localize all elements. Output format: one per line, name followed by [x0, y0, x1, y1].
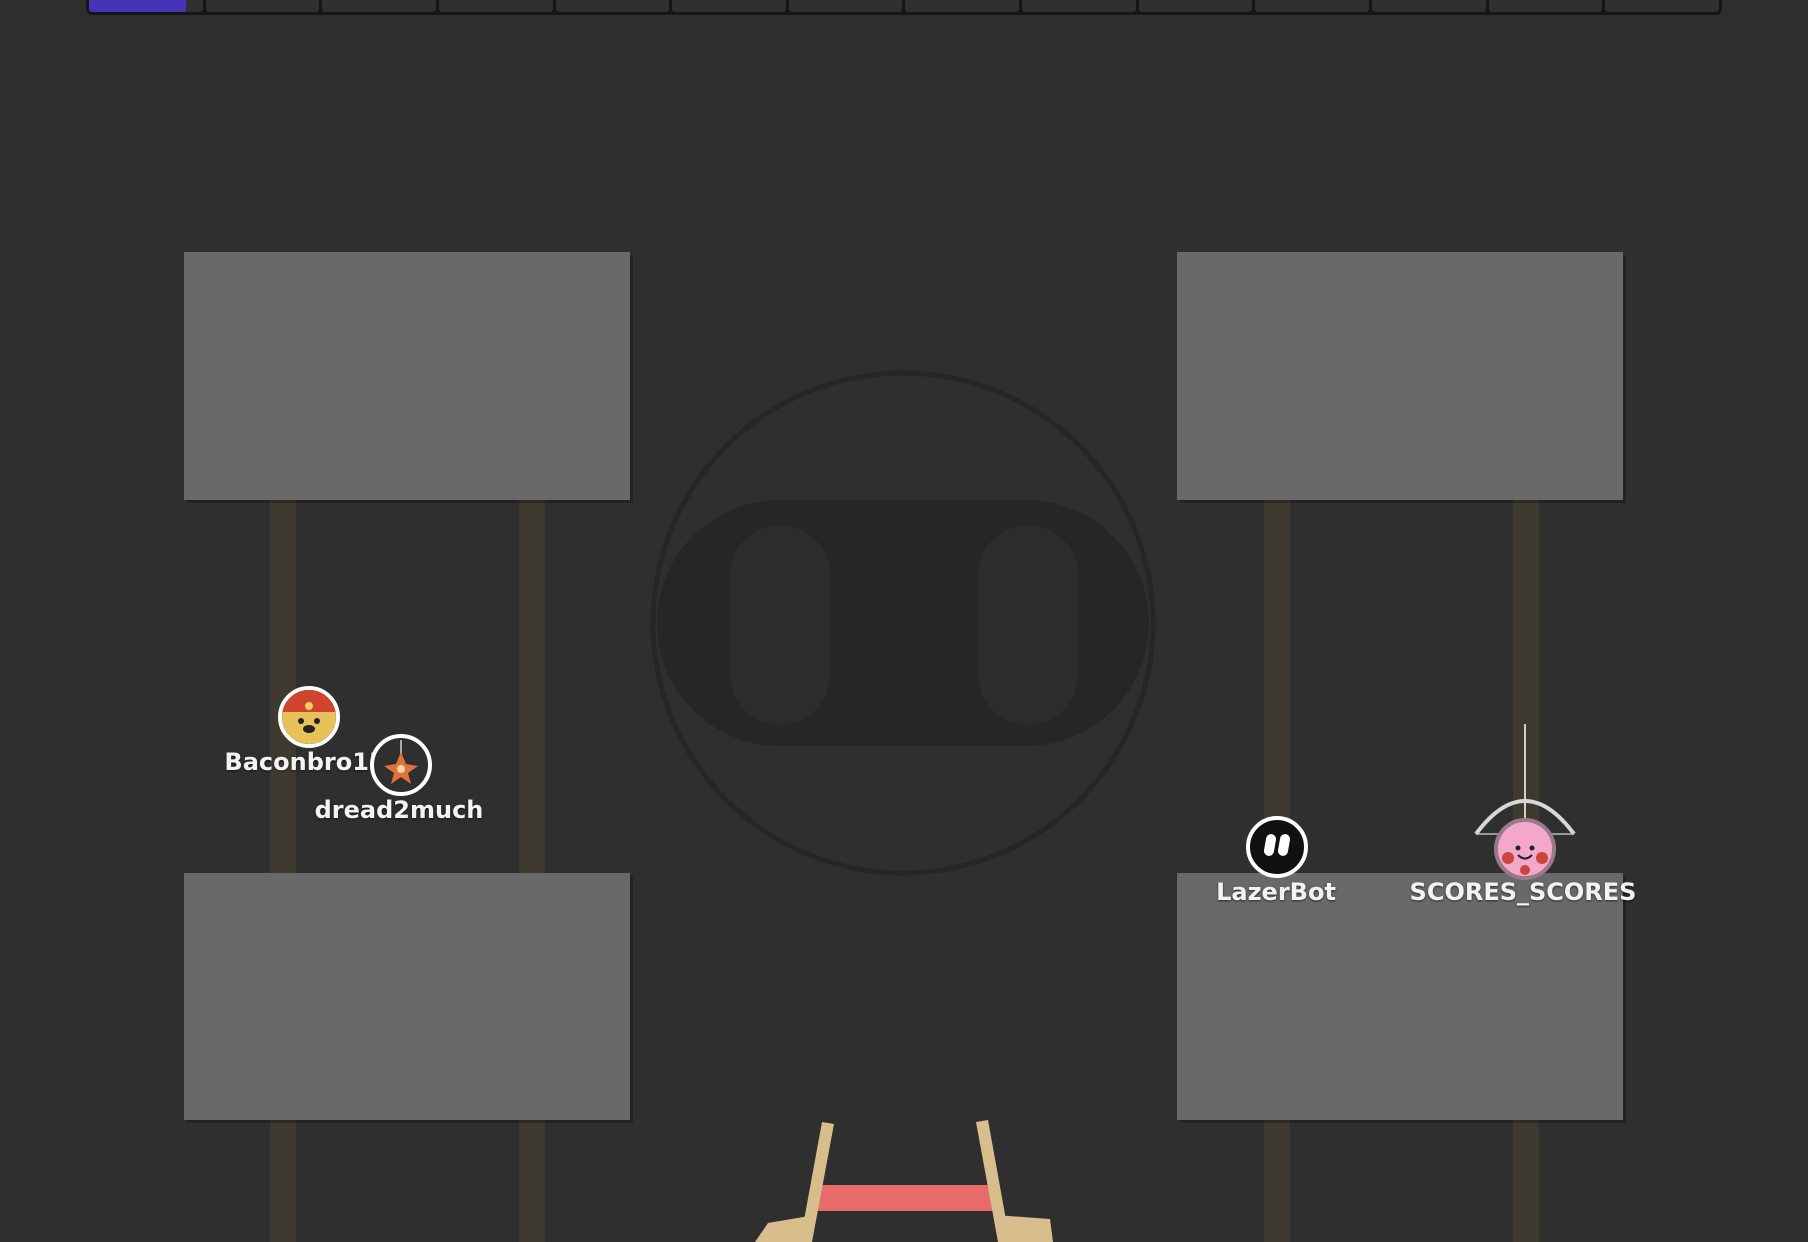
progress-segment [672, 0, 786, 12]
red-hat-face-icon [282, 690, 336, 744]
progress-segment [1022, 0, 1136, 12]
progress-segment [1255, 0, 1370, 12]
bonk-logo-icon [650, 370, 1156, 876]
player-avatar [1246, 816, 1308, 878]
progress-segment [1488, 0, 1603, 12]
pillar [270, 1120, 296, 1242]
pillar [1513, 1120, 1539, 1242]
player-name: dread2much [314, 796, 484, 824]
platform-top-left [184, 252, 630, 500]
progress-segment [788, 0, 903, 12]
progress-segment [322, 0, 436, 12]
platform-bottom-right [1177, 873, 1623, 1120]
pillar [519, 1120, 545, 1242]
player-name: SCORES_SCORES [1409, 878, 1637, 906]
white-pills-icon [1263, 834, 1291, 856]
progress-segment [1605, 0, 1719, 12]
platform-bottom-left [184, 873, 630, 1120]
player-name: Baconbro15 [224, 748, 386, 776]
orange-star-icon [384, 740, 418, 784]
launcher-trampoline [755, 1120, 1053, 1242]
platform-top-right [1177, 252, 1623, 500]
progress-segment [1372, 0, 1486, 12]
progress-segment [905, 0, 1020, 12]
pillar [519, 500, 545, 875]
pillar [1264, 1120, 1290, 1242]
player-avatar [370, 734, 432, 796]
player-name: LazerBot [1216, 878, 1336, 906]
progress-segment [1138, 0, 1253, 12]
progress-segment [438, 0, 553, 12]
progress-segment [89, 0, 203, 12]
pink-face-icon [1498, 822, 1552, 876]
player-avatar [1494, 818, 1556, 880]
player-avatar [278, 686, 340, 748]
pillar [270, 500, 296, 875]
round-progress-bar [86, 0, 1722, 15]
progress-segment [555, 0, 670, 12]
progress-segment [205, 0, 320, 12]
